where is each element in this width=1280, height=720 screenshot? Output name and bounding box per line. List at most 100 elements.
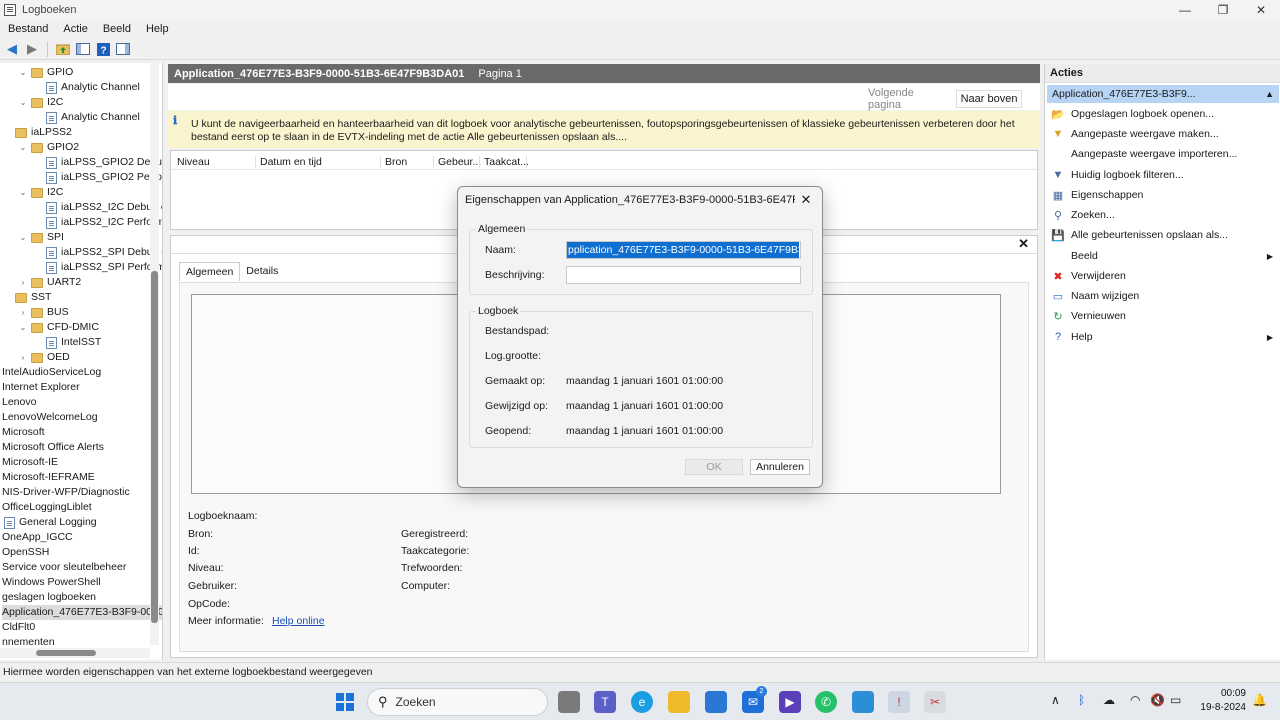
tree-item[interactable]: ⌄ GPIO2	[18, 140, 79, 155]
action-item[interactable]: ? Help ▶	[1045, 328, 1280, 346]
column-divider[interactable]	[479, 156, 480, 168]
tree-item[interactable]: › BUS	[18, 305, 69, 320]
column-divider[interactable]	[255, 156, 256, 168]
notification-bell-icon[interactable]: 🔔	[1252, 693, 1267, 707]
tree-item[interactable]: iaLPSS2_SPI Performan	[34, 260, 162, 275]
tree-item[interactable]: CldFlt0	[2, 620, 35, 635]
help-online-link[interactable]: Help online	[272, 615, 325, 627]
column-header-level[interactable]: Niveau	[177, 156, 210, 168]
taskbar-search[interactable]: ⚲ Zoeken	[367, 688, 548, 716]
tree-item[interactable]: geslagen logboeken	[2, 590, 96, 605]
column-header-task-category[interactable]: Taakcat...	[484, 156, 529, 168]
tree-item[interactable]: Windows PowerShell	[2, 575, 101, 590]
to-top-button[interactable]: Naar boven	[956, 90, 1022, 108]
action-item[interactable]: ⚲ Zoeken...	[1045, 206, 1280, 224]
tree-item[interactable]: General Logging	[2, 515, 97, 530]
chevron-right-icon[interactable]: ›	[18, 350, 28, 365]
tree-item[interactable]: Analytic Channel	[34, 80, 140, 95]
tree-item[interactable]: ⌄ SPI	[18, 230, 64, 245]
action-item[interactable]: ▦ Eigenschappen	[1045, 186, 1280, 204]
tree-item[interactable]: Lenovo	[2, 395, 36, 410]
ok-button[interactable]: OK	[685, 459, 743, 475]
task-view-icon[interactable]	[558, 691, 580, 713]
up-folder-icon[interactable]	[55, 41, 71, 57]
tree-item[interactable]: OneApp_IGCC	[2, 530, 73, 545]
onedrive-icon[interactable]: ☁	[1103, 693, 1115, 707]
chevron-right-icon[interactable]: ›	[18, 275, 28, 290]
action-item[interactable]: ↻ Vernieuwen	[1045, 307, 1280, 325]
show-hide-action-pane-icon[interactable]	[115, 41, 131, 57]
tree-item[interactable]: SST	[2, 290, 51, 305]
tree-item[interactable]: iaLPSS2_I2C Performan	[34, 215, 162, 230]
tree-item[interactable]: IntelAudioServiceLog	[2, 365, 101, 380]
maximize-button[interactable]: ❐	[1204, 0, 1242, 20]
menu-actie[interactable]: Actie	[55, 21, 94, 38]
show-hidden-icons-icon[interactable]: ∧	[1051, 693, 1060, 707]
tree-item[interactable]: Microsoft-IE	[2, 455, 58, 470]
action-item[interactable]: ▼ Huidig logboek filteren...	[1045, 166, 1280, 184]
start-windows-icon[interactable]	[334, 691, 356, 713]
wifi-icon[interactable]: ◠	[1130, 693, 1140, 707]
chevron-down-icon[interactable]: ⌄	[18, 230, 28, 245]
tree-item[interactable]: iaLPSS2_I2C Debug cha	[34, 200, 162, 215]
description-input[interactable]	[566, 266, 801, 284]
tree-item[interactable]: NIS-Driver-WFP/Diagnostic	[2, 485, 130, 500]
tree-item[interactable]: iaLPSS2_SPI Debug cha	[34, 245, 162, 260]
action-item[interactable]: ▼ Aangepaste weergave maken...	[1045, 125, 1280, 143]
chevron-down-icon[interactable]: ⌄	[18, 140, 28, 155]
tree-item[interactable]: OpenSSH	[2, 545, 49, 560]
store-icon[interactable]	[705, 691, 727, 713]
tree-item[interactable]: Internet Explorer	[2, 380, 80, 395]
edge-icon[interactable]: e	[631, 691, 653, 713]
tree-item[interactable]: IntelSST	[34, 335, 101, 350]
tree-horizontal-scrollbar[interactable]	[0, 648, 150, 658]
tree-item[interactable]: Microsoft-IEFRAME	[2, 470, 95, 485]
tree-item[interactable]: › OED	[18, 350, 70, 365]
column-divider[interactable]	[433, 156, 434, 168]
tree-item[interactable]: Analytic Channel	[34, 110, 140, 125]
close-button[interactable]: ✕	[1242, 0, 1280, 20]
chevron-down-icon[interactable]: ⌄	[18, 320, 28, 335]
back-arrow-icon[interactable]: ◀	[4, 41, 20, 57]
volume-muted-icon[interactable]: 🔇	[1150, 693, 1165, 707]
remote-desktop-icon[interactable]	[852, 691, 874, 713]
whatsapp-icon[interactable]: ✆	[815, 691, 837, 713]
action-item[interactable]: ▭ Naam wijzigen	[1045, 287, 1280, 305]
tree-item[interactable]: Microsoft Office Alerts	[2, 440, 104, 455]
tree-item[interactable]: ⌄ I2C	[18, 185, 64, 200]
tree-item[interactable]: › UART2	[18, 275, 82, 290]
chevron-down-icon[interactable]: ⌄	[18, 185, 28, 200]
tree-item[interactable]: ⌄ GPIO	[18, 65, 74, 80]
snipping-tool-icon[interactable]: ✂	[924, 691, 946, 713]
tree-item[interactable]: ⌄ CFD-DMIC	[18, 320, 99, 335]
tree-item[interactable]: LenovoWelcomeLog	[2, 410, 98, 425]
tab-general[interactable]: Algemeen	[179, 262, 241, 281]
bluetooth-icon[interactable]: ᛒ	[1078, 693, 1085, 707]
tree-item[interactable]: iaLPSS2	[2, 125, 72, 140]
tree-item[interactable]: iaLPSS_GPIO2 Debug cl	[34, 155, 162, 170]
column-divider[interactable]	[526, 156, 527, 168]
help-icon[interactable]: ?	[95, 41, 111, 57]
column-header-source[interactable]: Bron	[385, 156, 407, 168]
show-hide-tree-icon[interactable]	[75, 41, 91, 57]
name-input[interactable]: pplication_476E77E3-B3F9-0000-51B3-6E47F…	[566, 241, 801, 259]
tab-details[interactable]: Details	[240, 262, 284, 281]
tree-item[interactable]: Microsoft	[2, 425, 45, 440]
menu-beeld[interactable]: Beeld	[95, 21, 138, 38]
scrollbar-thumb[interactable]	[36, 650, 96, 656]
clock[interactable]: 00:09 19-8-2024	[1196, 687, 1246, 715]
menu-help[interactable]: Help	[138, 21, 176, 38]
column-header-event-id[interactable]: Gebeur...	[438, 156, 481, 168]
tree-item[interactable]: ⌄ I2C	[18, 95, 64, 110]
clipchamp-icon[interactable]: ▶	[779, 691, 801, 713]
tree-vertical-scrollbar[interactable]	[150, 63, 159, 645]
dialog-close-button[interactable]: ✕	[798, 192, 814, 208]
chevron-down-icon[interactable]: ⌄	[18, 95, 28, 110]
collapse-arrow-icon[interactable]: ▲	[1265, 85, 1274, 103]
column-divider[interactable]	[380, 156, 381, 168]
event-viewer-taskbar-icon[interactable]: !	[888, 691, 910, 713]
teams-icon[interactable]: T	[594, 691, 616, 713]
close-detail-icon[interactable]: ✕	[1018, 236, 1029, 252]
action-item[interactable]: 💾 Alle gebeurtenissen opslaan als...	[1045, 226, 1280, 244]
scrollbar-thumb[interactable]	[151, 271, 158, 623]
